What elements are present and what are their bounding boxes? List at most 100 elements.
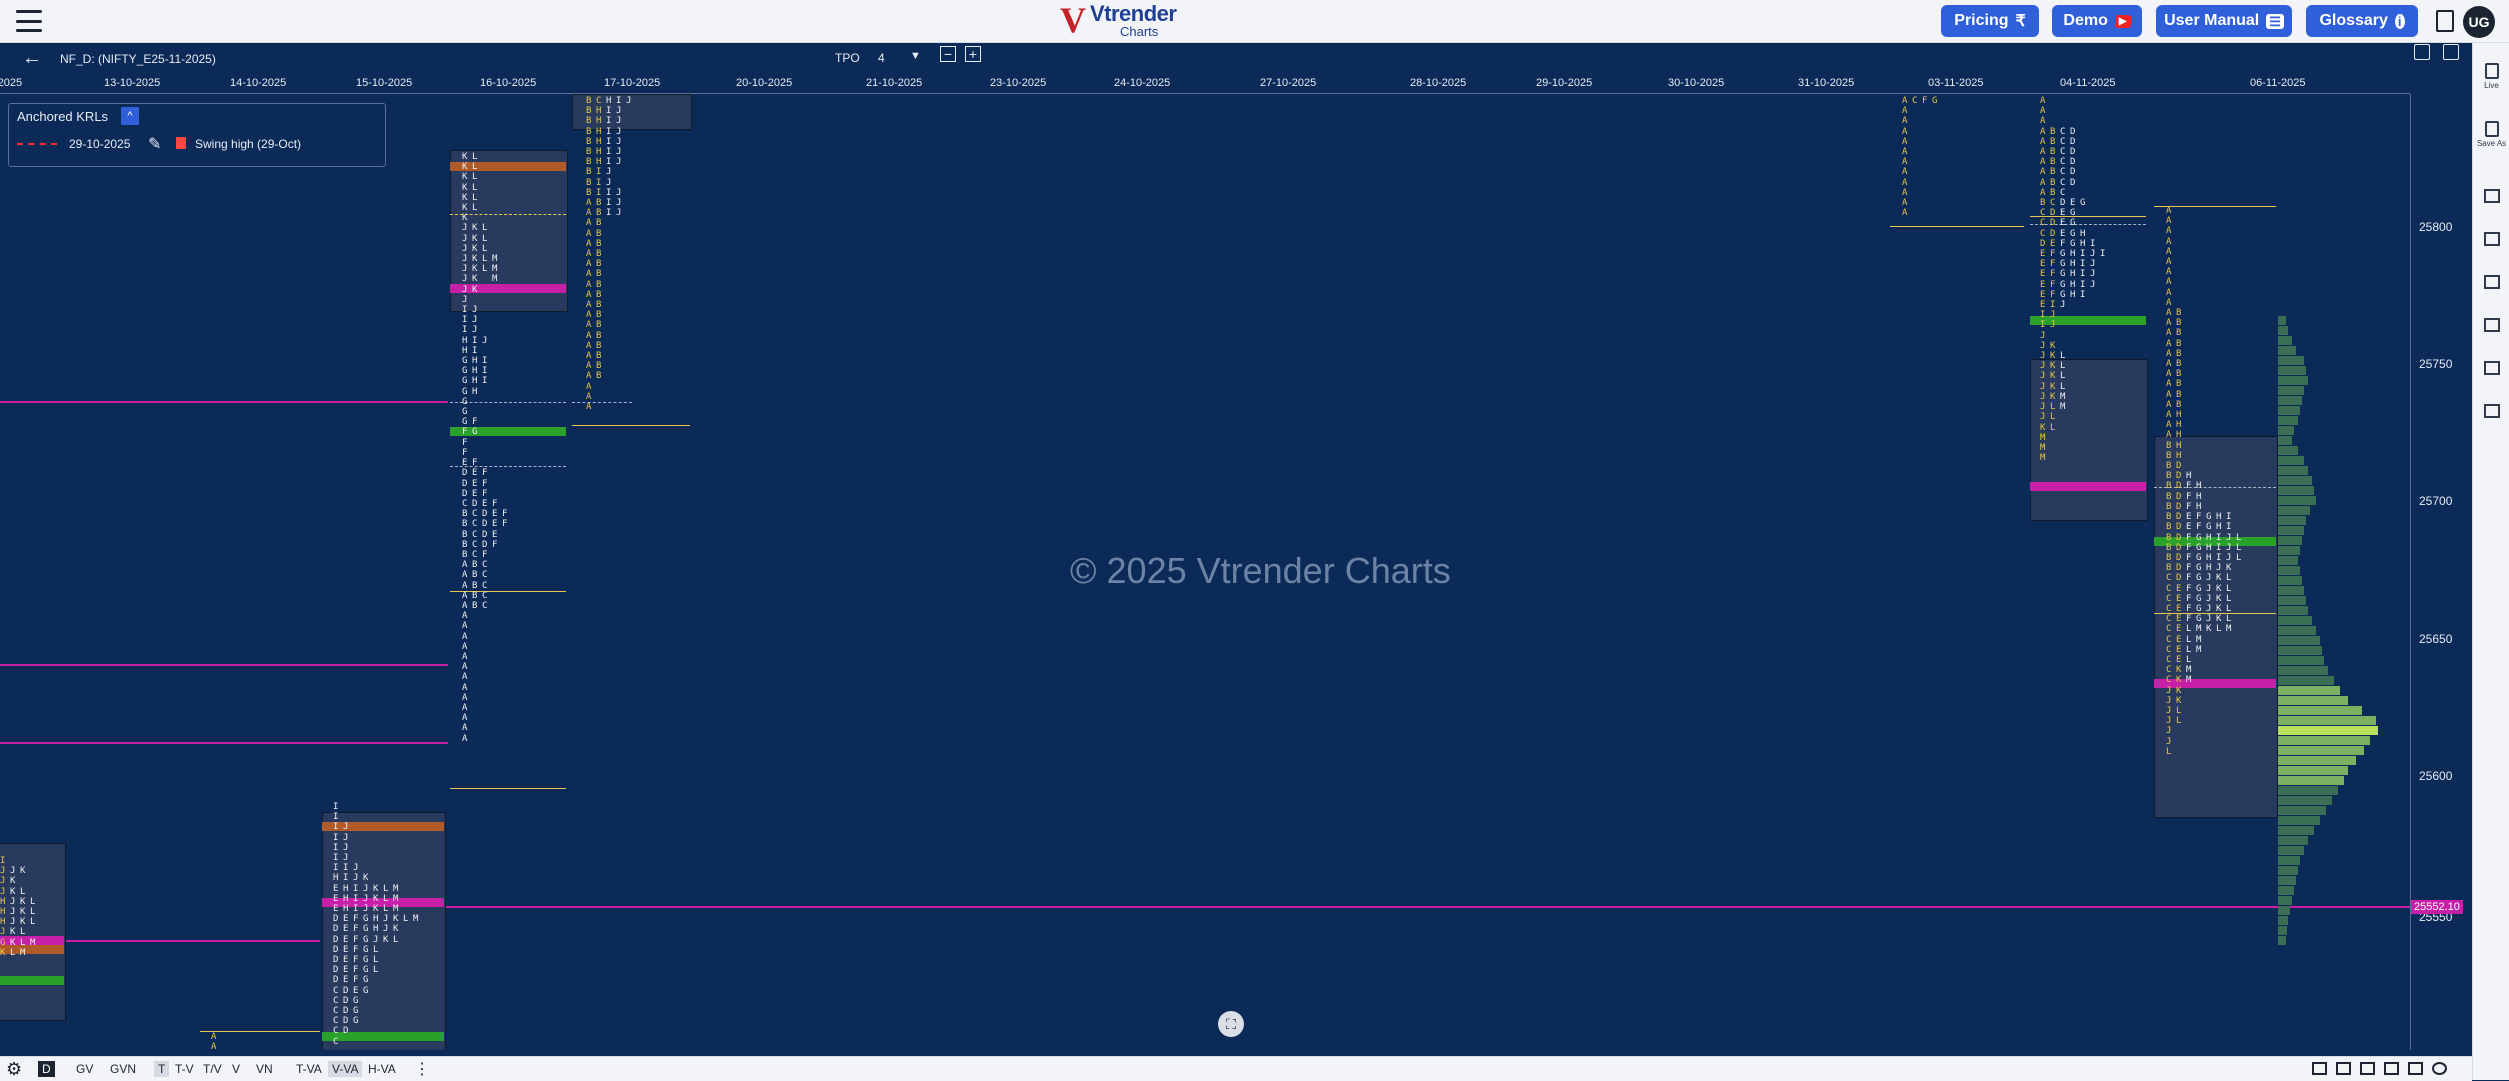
volume-bar <box>2278 366 2306 375</box>
manual-icon: ☰ <box>2266 13 2284 29</box>
save-as-button[interactable]: Save As <box>2473 121 2509 148</box>
tab-gv[interactable]: GV <box>72 1061 97 1077</box>
volume-bar <box>2278 766 2348 775</box>
book-icon[interactable] <box>2436 10 2454 32</box>
ib-level-line <box>572 425 690 426</box>
line-chart-icon[interactable] <box>2336 1062 2351 1075</box>
tab-vn[interactable]: VN <box>252 1061 277 1077</box>
tab-v[interactable]: V <box>228 1061 244 1077</box>
chart-header <box>0 43 2470 71</box>
logo-brand: Vtrender <box>1090 0 1177 26</box>
vtrender-logo[interactable]: V Vtrender Charts <box>1060 0 1177 40</box>
back-arrow-icon[interactable]: ← <box>22 47 42 70</box>
hamburger-icon[interactable] <box>16 10 42 32</box>
va-level-line <box>2030 224 2146 225</box>
tab-t[interactable]: T <box>154 1061 170 1077</box>
volume-bar <box>2278 346 2296 355</box>
krl-name: Swing high (29-Oct) <box>195 137 302 151</box>
tab-t-va[interactable]: T-VA <box>292 1061 326 1077</box>
price-label: 25700 <box>2419 494 2453 508</box>
volume-bar <box>2278 656 2324 665</box>
demo-button[interactable]: Demo ▶ <box>2052 5 2142 37</box>
tpo-size-value[interactable]: 4 <box>878 51 885 65</box>
glossary-button[interactable]: Glossary i <box>2306 5 2418 37</box>
volume-bar <box>2278 926 2287 935</box>
date-label: 31-10-2025 <box>1798 77 1855 89</box>
more-options-icon[interactable]: ⋮ <box>414 1059 430 1079</box>
volume-bar <box>2278 416 2298 425</box>
trash-icon[interactable] <box>176 137 186 149</box>
tpo-letters: G H H I I I I I <box>2080 198 2086 300</box>
volume-bar <box>2278 856 2300 865</box>
close-icon[interactable] <box>2432 1062 2447 1075</box>
logo-mark: V <box>1060 0 1086 40</box>
tpo-letters: B B B B B B B B B B A A A A A A A A A A … <box>586 96 592 413</box>
volume-bar <box>2278 776 2344 785</box>
avatar[interactable]: UG <box>2463 6 2495 38</box>
poc-band <box>2030 482 2146 491</box>
date-label: 30-10-2025 <box>1668 77 1725 89</box>
volume-bar <box>2278 536 2302 545</box>
apps-icon[interactable] <box>2484 404 2500 418</box>
tab-d[interactable]: D <box>38 1061 55 1077</box>
tpo-letters: J J I I I F F F F F F F E G G G <box>353 863 359 1027</box>
volume-bar <box>2278 806 2326 815</box>
date-label: -2025 <box>0 77 23 89</box>
zoom-out-icon[interactable]: − <box>940 46 956 62</box>
tab-t-v[interactable]: T-V <box>171 1061 198 1077</box>
date-label: 06-11-2025 <box>2250 77 2306 89</box>
volume-bar <box>2278 826 2314 835</box>
tpo-letters: C <box>1912 96 1918 106</box>
rows-icon[interactable] <box>2484 275 2500 289</box>
gear-icon[interactable]: ⚙ <box>6 1059 22 1080</box>
tab-v-va[interactable]: V-VA <box>328 1061 363 1077</box>
save-icon[interactable] <box>2414 44 2430 60</box>
fullscreen-icon[interactable]: ⛶ <box>1218 1011 1244 1037</box>
expand-icon[interactable] <box>2408 1062 2423 1075</box>
grid-icon[interactable] <box>2484 318 2500 332</box>
high-level-line <box>2154 206 2276 207</box>
list-icon[interactable] <box>2484 232 2500 246</box>
chevron-down-icon[interactable]: ▼ <box>910 50 921 62</box>
live-label: Live <box>2484 81 2499 90</box>
volume-bar <box>2278 786 2338 795</box>
volume-bar <box>2278 576 2302 585</box>
table-icon[interactable] <box>2312 1062 2327 1075</box>
live-button[interactable]: Live <box>2473 63 2509 90</box>
tpo-letters: L <box>403 914 409 925</box>
tab-gvn[interactable]: GVN <box>106 1061 140 1077</box>
tpo-letters: M <box>413 914 419 925</box>
volume-bar <box>2278 606 2308 615</box>
volume-bar <box>2278 876 2296 885</box>
volume-bar <box>2278 936 2286 945</box>
columns-icon[interactable] <box>2484 361 2500 375</box>
collapse-button[interactable]: ^ <box>121 107 139 125</box>
volume-bar <box>2278 336 2292 345</box>
window-icon[interactable] <box>2384 1062 2399 1075</box>
tpo-letters: K L K K K L L M <box>20 866 26 958</box>
camera-icon[interactable] <box>2360 1062 2375 1075</box>
tpo-letters: G <box>1932 96 1938 106</box>
volume-bar <box>2278 906 2290 915</box>
va-level-line <box>2154 487 2276 488</box>
pricing-button[interactable]: Pricing ₹ <box>1941 5 2039 37</box>
zoom-in-icon[interactable]: + <box>965 46 981 62</box>
tpo-letters: H H I I I J K K K K K L <box>2216 512 2222 635</box>
user-manual-button[interactable]: User Manual ☰ <box>2156 5 2292 37</box>
tpo-letters: I J J J J J J J J J <box>616 96 622 219</box>
tpo-letters: K K K H H J L L L <box>373 883 379 976</box>
tab-h-va[interactable]: H-VA <box>364 1061 400 1077</box>
tpo-letters: C H H H H H H I I I B B B B B B B B B B … <box>596 96 602 382</box>
tab-t-slash-v[interactable]: T/V <box>199 1061 226 1077</box>
volume-bar <box>2278 736 2370 745</box>
volume-bar <box>2278 916 2288 925</box>
volume-bar <box>2278 716 2376 725</box>
tpo-letters: H I I I I I I J J I I I <box>606 96 612 219</box>
tpo-letters: L L L L L L K K K K K K K J J J I I H H … <box>472 152 478 611</box>
glossary-label: Glossary <box>2319 12 2388 29</box>
pencil-icon[interactable]: ✎ <box>148 134 161 154</box>
volume-bar <box>2278 326 2288 335</box>
layout-single-icon[interactable] <box>2484 189 2500 203</box>
tpo-letters: J J J J I I H H H E E E E E E E D D D D … <box>343 822 349 1037</box>
bookmark-icon[interactable] <box>2443 44 2459 60</box>
